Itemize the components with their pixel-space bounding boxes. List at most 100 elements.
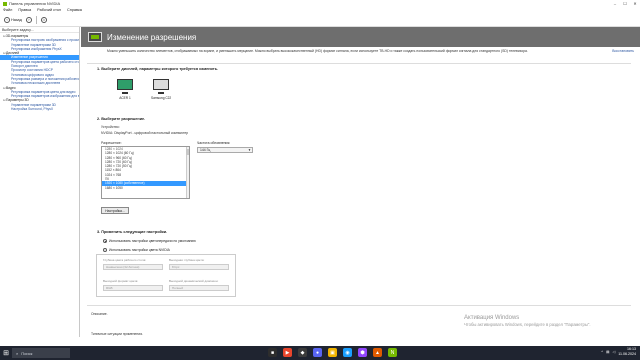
system-tray: ^ ▤ ◁ 16:13 11.06.2024 xyxy=(601,347,636,357)
clock-date: 11.06.2024 xyxy=(618,352,636,356)
resolution-label: Разрешение: xyxy=(101,141,122,145)
display-resolution-icon xyxy=(88,32,102,42)
back-label: Назад xyxy=(11,17,22,22)
page-title: Изменение разрешения xyxy=(107,32,197,42)
section-resolution: 2. Выберите разрешение. xyxy=(97,117,145,121)
menu-desktop[interactable]: Рабочий стол xyxy=(37,8,61,12)
radio-nvidia-colors[interactable]: Использовать настройки цвета NVIDIA xyxy=(103,248,170,252)
taskbar-app-icon[interactable]: ▶ xyxy=(283,348,292,357)
resolution-listbox[interactable]: 1280 × 1024 1280 × 1024 (60 Гц) 1280 × 960… xyxy=(101,146,190,199)
section-apply: 3. Применить следующие настройки. xyxy=(97,230,167,234)
dynamic-range-select: Полный xyxy=(169,285,229,291)
refresh-rate-value: 144 Гц xyxy=(200,148,211,152)
taskbar-apps: ■ ▶ ◆ ● ▣ ◉ ⬢ ▲ N xyxy=(268,348,397,357)
section-title: 1. Выберите дисплей, параметры которого … xyxy=(97,67,219,71)
watermark-title: Активация Windows xyxy=(464,315,520,321)
chevron-up-icon[interactable]: ^ xyxy=(601,350,603,354)
taskbar-app-icon[interactable]: ▣ xyxy=(328,348,337,357)
activation-watermark: Активация Windows Чтобы активировать Win… xyxy=(464,315,591,327)
section-select-display: 1. Выберите дисплей, параметры которого … xyxy=(97,67,218,71)
radio-button[interactable] xyxy=(103,239,107,243)
output-format-select: RGB xyxy=(103,285,163,291)
taskbar-app-icon[interactable]: ⬢ xyxy=(358,348,367,357)
connector-value: NVIDIA: DisplayPort - цифровой настольны… xyxy=(101,131,189,135)
task-pane: Выберите задачу... ⊟ 3D-параметры Регулиро… xyxy=(0,27,80,337)
dynamic-range-label: Выходной динамический диапазон: xyxy=(169,279,219,283)
search-icon: ⌕ xyxy=(16,350,19,356)
resolution-option[interactable]: 1680 × 1050 xyxy=(102,186,189,190)
back-button[interactable]: ‹ Назад xyxy=(3,16,23,24)
main-content: Изменение разрешения Можно уменьшить кол… xyxy=(81,27,640,337)
chevron-down-icon: ▼ xyxy=(248,148,251,152)
monitor-stand xyxy=(122,92,128,94)
radio-label: Использовать настройки цвета NVIDIA xyxy=(109,248,170,252)
tree-item-label: Установка нескольких дисплеев xyxy=(11,81,61,86)
page-banner: Изменение разрешения xyxy=(81,27,640,47)
intro-row: Можно уменьшить количество элементов, от… xyxy=(81,47,640,59)
task-tree: ⊟ 3D-параметры Регулировка настроек изобра… xyxy=(0,33,79,111)
connector-label: Устройство: xyxy=(101,125,120,129)
network-icon[interactable]: ▤ xyxy=(606,350,609,354)
desktop-depth-select: Наивысшая (32-битная) xyxy=(103,264,163,270)
windows-start-icon[interactable]: ⊞ xyxy=(0,346,12,360)
close-button[interactable]: ✕ xyxy=(630,0,640,7)
menu-edit[interactable]: Правка xyxy=(18,8,31,12)
intro-text: Можно уменьшить количество элементов, от… xyxy=(107,49,528,53)
radio-button[interactable] xyxy=(103,248,107,252)
display-acer[interactable]: ACER 1 xyxy=(117,79,133,100)
display-label: Samsung C22 xyxy=(151,96,172,100)
taskbar-app-icon[interactable]: ● xyxy=(313,348,322,357)
taskbar: ⊞ ⌕ Поиск ■ ▶ ◆ ● ▣ ◉ ⬢ ▲ N ^ ▤ ◁ 16:13 11.06.20… xyxy=(0,346,640,360)
section-title: 3. Применить следующие настройки. xyxy=(97,230,168,234)
volume-icon[interactable]: ◁ xyxy=(613,350,616,354)
home-button[interactable]: ⌂ xyxy=(40,16,48,24)
taskbar-app-icon[interactable]: N xyxy=(388,348,397,357)
display-label: ACER 1 xyxy=(119,96,131,100)
refresh-rate-select[interactable]: 144 Гц ▼ xyxy=(197,147,253,153)
toolbar: ‹ Назад › ⌂ xyxy=(0,13,640,27)
output-format-label: Выходной формат цвета: xyxy=(103,279,139,283)
taskbar-app-icon[interactable]: ■ xyxy=(268,348,277,357)
tree-task-link[interactable]: Настройка Surround, PhysX xyxy=(0,107,79,111)
desktop-depth-label: Глубина цвета рабочего стола: xyxy=(103,258,147,262)
color-settings-group: Глубина цвета рабочего стола: Наивысшая … xyxy=(96,254,236,297)
radio-label: Использовать настройки цветопередачи по … xyxy=(109,239,196,243)
tree-item-label: Настройка Surround, PhysX xyxy=(11,107,54,112)
restore-defaults-link[interactable]: Восстановить xyxy=(612,49,634,57)
menu-help[interactable]: Справка xyxy=(67,8,82,12)
forward-arrow-icon: › xyxy=(25,16,32,23)
customize-button[interactable]: Настройка... xyxy=(101,207,129,214)
taskbar-app-icon[interactable]: ▲ xyxy=(373,348,382,357)
minimize-button[interactable]: – xyxy=(610,0,620,7)
usage-label: Типичные ситуации применения. xyxy=(91,332,143,336)
toolbar-divider xyxy=(35,15,37,24)
menu-file[interactable]: Файл xyxy=(3,8,12,12)
description-label: Описание. xyxy=(91,312,108,316)
monitor-icon xyxy=(117,79,133,90)
scrollbar-thumb[interactable] xyxy=(186,149,189,155)
output-depth-label: Выходная глубина цвета: xyxy=(169,258,205,262)
display-list: ACER 1 Samsung C22 xyxy=(117,79,171,100)
taskbar-app-icon[interactable]: ◉ xyxy=(343,348,352,357)
monitor-stand xyxy=(158,92,165,94)
divider xyxy=(87,305,631,306)
divider xyxy=(87,63,631,64)
window-titlebar: Панель управления NVIDIA – ☐ ✕ xyxy=(0,0,640,7)
watermark-text: Чтобы активировать Windows, перейдите в … xyxy=(464,322,591,327)
monitor-icon xyxy=(153,79,170,90)
nvidia-logo-icon xyxy=(3,1,7,6)
forward-button[interactable]: › xyxy=(25,16,33,24)
refresh-rate-label: Частота обновления: xyxy=(197,141,231,145)
clock[interactable]: 16:13 11.06.2024 xyxy=(618,347,636,357)
window-title: Панель управления NVIDIA xyxy=(9,1,61,6)
display-samsung[interactable]: Samsung C22 xyxy=(151,79,171,100)
output-depth-select: 8 bpc xyxy=(169,264,229,270)
search-placeholder: Поиск xyxy=(21,350,33,356)
home-icon: ⌂ xyxy=(40,16,47,23)
radio-default-colors[interactable]: Использовать настройки цветопередачи по … xyxy=(103,239,196,243)
section-title: 2. Выберите разрешение. xyxy=(97,117,146,121)
maximize-button[interactable]: ☐ xyxy=(620,0,630,7)
taskbar-search[interactable]: ⌕ Поиск xyxy=(12,348,70,358)
back-arrow-icon: ‹ xyxy=(4,16,10,23)
taskbar-app-icon[interactable]: ◆ xyxy=(298,348,307,357)
